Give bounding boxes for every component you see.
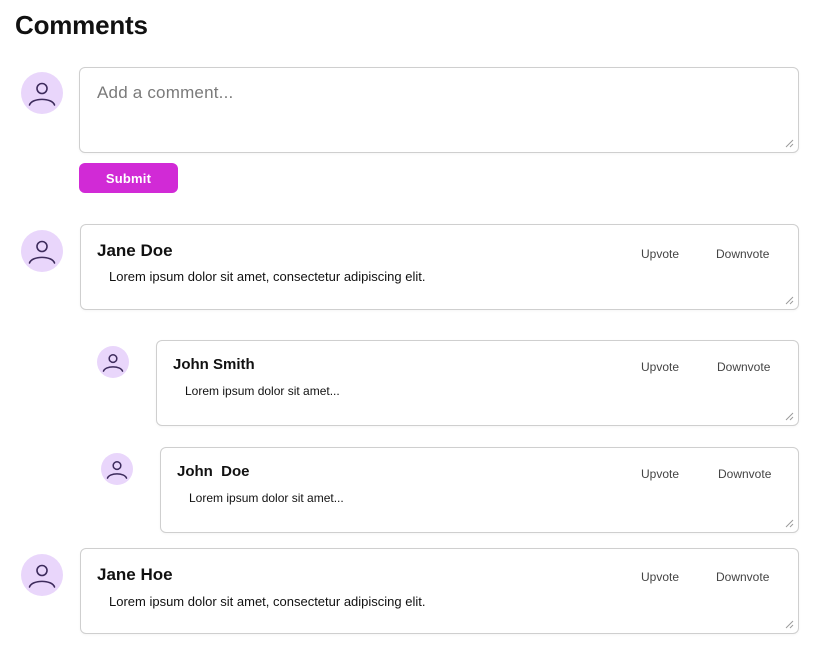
resize-grip-icon[interactable]	[785, 412, 794, 421]
reply-text: Lorem ipsum dolor sit amet...	[185, 384, 340, 398]
reply-card: John Doe Lorem ipsum dolor sit amet... U…	[160, 447, 799, 533]
comment-author: Jane Hoe	[97, 565, 173, 584]
page-title: Comments	[15, 10, 148, 40]
submit-button[interactable]: Submit	[79, 163, 178, 193]
upvote-button[interactable]: Upvote	[641, 570, 679, 584]
reply-card: John Smith Lorem ipsum dolor sit amet...…	[156, 340, 799, 426]
comment-input-placeholder: Add a comment...	[97, 83, 234, 102]
composer-avatar	[21, 72, 63, 114]
upvote-button[interactable]: Upvote	[641, 467, 679, 481]
comment-input[interactable]: Add a comment...	[79, 67, 799, 153]
reply-avatar	[101, 453, 133, 485]
user-icon	[28, 564, 56, 588]
comment-text: Lorem ipsum dolor sit amet, consectetur …	[109, 269, 426, 284]
comment-card: Jane Doe Lorem ipsum dolor sit amet, con…	[80, 224, 799, 310]
avatar	[21, 230, 63, 272]
reply-avatar	[97, 346, 129, 378]
resize-grip-icon[interactable]	[785, 139, 794, 148]
avatar	[21, 554, 63, 596]
resize-grip-icon[interactable]	[785, 519, 794, 528]
user-icon	[28, 240, 56, 264]
comment-author: Jane Doe	[97, 241, 173, 260]
resize-grip-icon[interactable]	[785, 296, 794, 305]
downvote-button[interactable]: Downvote	[716, 247, 769, 261]
upvote-button[interactable]: Upvote	[641, 247, 679, 261]
upvote-button[interactable]: Upvote	[641, 360, 679, 374]
reply-author: John Smith	[173, 356, 255, 373]
reply-text: Lorem ipsum dolor sit amet...	[189, 491, 344, 505]
user-icon	[102, 354, 124, 372]
downvote-button[interactable]: Downvote	[718, 467, 771, 481]
reply-author: John Doe	[177, 463, 250, 480]
user-icon	[106, 461, 128, 479]
comment-card: Jane Hoe Lorem ipsum dolor sit amet, con…	[80, 548, 799, 634]
downvote-button[interactable]: Downvote	[717, 360, 770, 374]
downvote-button[interactable]: Downvote	[716, 570, 769, 584]
resize-grip-icon[interactable]	[785, 620, 794, 629]
comment-text: Lorem ipsum dolor sit amet, consectetur …	[109, 594, 426, 609]
user-icon	[28, 82, 56, 106]
